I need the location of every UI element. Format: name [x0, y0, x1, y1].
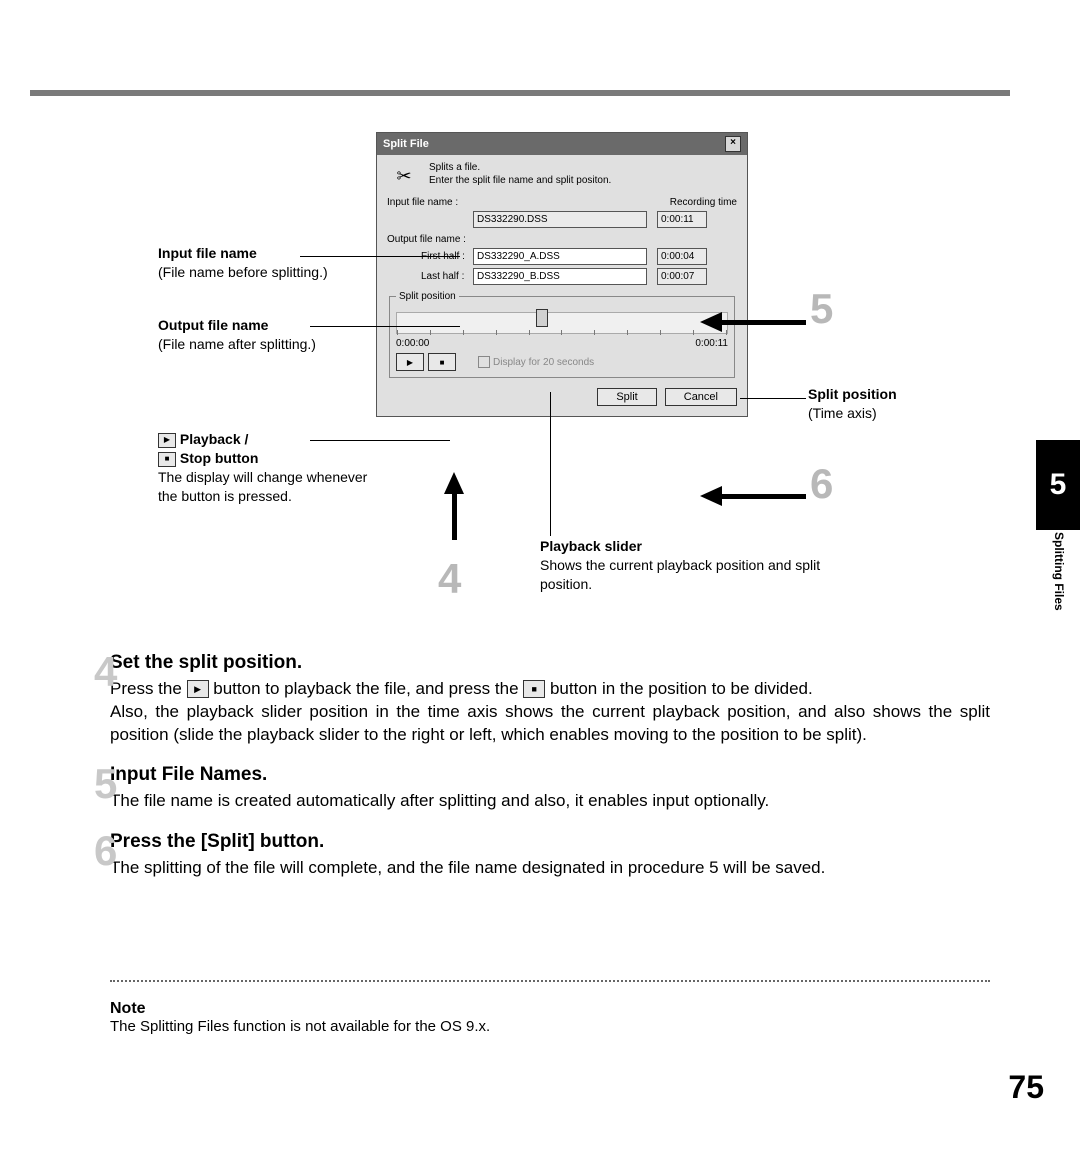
stop-button[interactable]: ■ — [428, 353, 456, 371]
recording-time-label: Recording time — [670, 197, 737, 208]
dialog-description: Splits a file. Enter the split file name… — [429, 161, 611, 187]
stop-icon: ■ — [158, 452, 176, 467]
close-icon[interactable]: × — [725, 136, 741, 152]
chapter-tab: 5 — [1036, 440, 1080, 530]
step-5: 5 Input File Names. The file name is cre… — [110, 762, 990, 813]
top-rule — [30, 90, 1010, 96]
slider-thumb-icon[interactable] — [536, 309, 548, 327]
split-position-group: Split position 0:00:00 0:00:11 ▶ ■ Displ… — [389, 291, 735, 378]
chapter-title: Splitting Files — [1052, 532, 1066, 611]
play-icon: ▶ — [158, 433, 176, 448]
arrow-5 — [700, 312, 722, 332]
dialog-title-text: Split File — [383, 138, 429, 150]
split-slider[interactable] — [396, 312, 728, 334]
callout-split-position: Split position(Time axis) — [808, 385, 968, 423]
step-5-heading: Input File Names. — [110, 762, 990, 788]
arrow-4 — [444, 472, 464, 494]
leader-line — [310, 326, 460, 327]
big-num-5: 5 — [810, 285, 833, 333]
step-4-heading: Set the split position. — [110, 650, 990, 676]
leader-line — [310, 440, 450, 441]
split-button[interactable]: Split — [597, 388, 656, 406]
time-start: 0:00:00 — [396, 338, 429, 349]
leader-line — [550, 392, 551, 536]
last-half-field[interactable] — [473, 268, 647, 285]
input-file-label: Input file name : — [387, 197, 473, 208]
stop-icon: ■ — [523, 680, 545, 698]
play-button[interactable]: ▶ — [396, 353, 424, 371]
time-end: 0:00:11 — [695, 338, 728, 349]
output-file-label: Output file name : — [387, 234, 473, 245]
arrow-6 — [700, 486, 722, 506]
step-6: 6 Press the [Split] button. The splittin… — [110, 829, 990, 880]
input-file-field — [473, 211, 647, 228]
big-num-4: 4 — [438, 555, 461, 603]
last-half-label: Last half : — [387, 271, 473, 282]
callout-playback: ▶ Playback / ■ Stop button The display w… — [158, 430, 368, 506]
leader-line — [740, 398, 806, 399]
step-6-body: The splitting of the file will complete,… — [110, 857, 990, 880]
play-icon: ▶ — [187, 680, 209, 698]
dialog-titlebar: Split File × — [377, 133, 747, 155]
input-time-field — [657, 211, 707, 228]
scissors-icon: ✂ — [387, 161, 421, 191]
display-20s-checkbox[interactable]: Display for 20 seconds — [478, 356, 594, 368]
first-time-field — [657, 248, 707, 265]
note-block: Note The Splitting Files function is not… — [110, 1000, 990, 1035]
split-file-dialog: Split File × ✂ Splits a file. Enter the … — [376, 132, 748, 417]
big-num-6: 6 — [810, 460, 833, 508]
callout-playback-slider: Playback sliderShows the current playbac… — [540, 537, 860, 594]
dotted-rule — [110, 980, 990, 982]
last-time-field — [657, 268, 707, 285]
step-5-body: The file name is created automatically a… — [110, 790, 990, 813]
step-4-body-2: Also, the playback slider position in th… — [110, 701, 990, 747]
split-position-legend: Split position — [396, 291, 459, 302]
cancel-button[interactable]: Cancel — [665, 388, 737, 406]
callout-output-file: Output file name(File name after splitti… — [158, 316, 358, 354]
step-4-body: Press the ▶ button to playback the file,… — [110, 678, 990, 701]
step-6-heading: Press the [Split] button. — [110, 829, 990, 855]
page-number: 75 — [1008, 1069, 1044, 1106]
leader-line — [300, 256, 460, 257]
first-half-field[interactable] — [473, 248, 647, 265]
callout-input-file: Input file name(File name before splitti… — [158, 244, 358, 282]
step-4: 4 Set the split position. Press the ▶ bu… — [110, 650, 990, 746]
